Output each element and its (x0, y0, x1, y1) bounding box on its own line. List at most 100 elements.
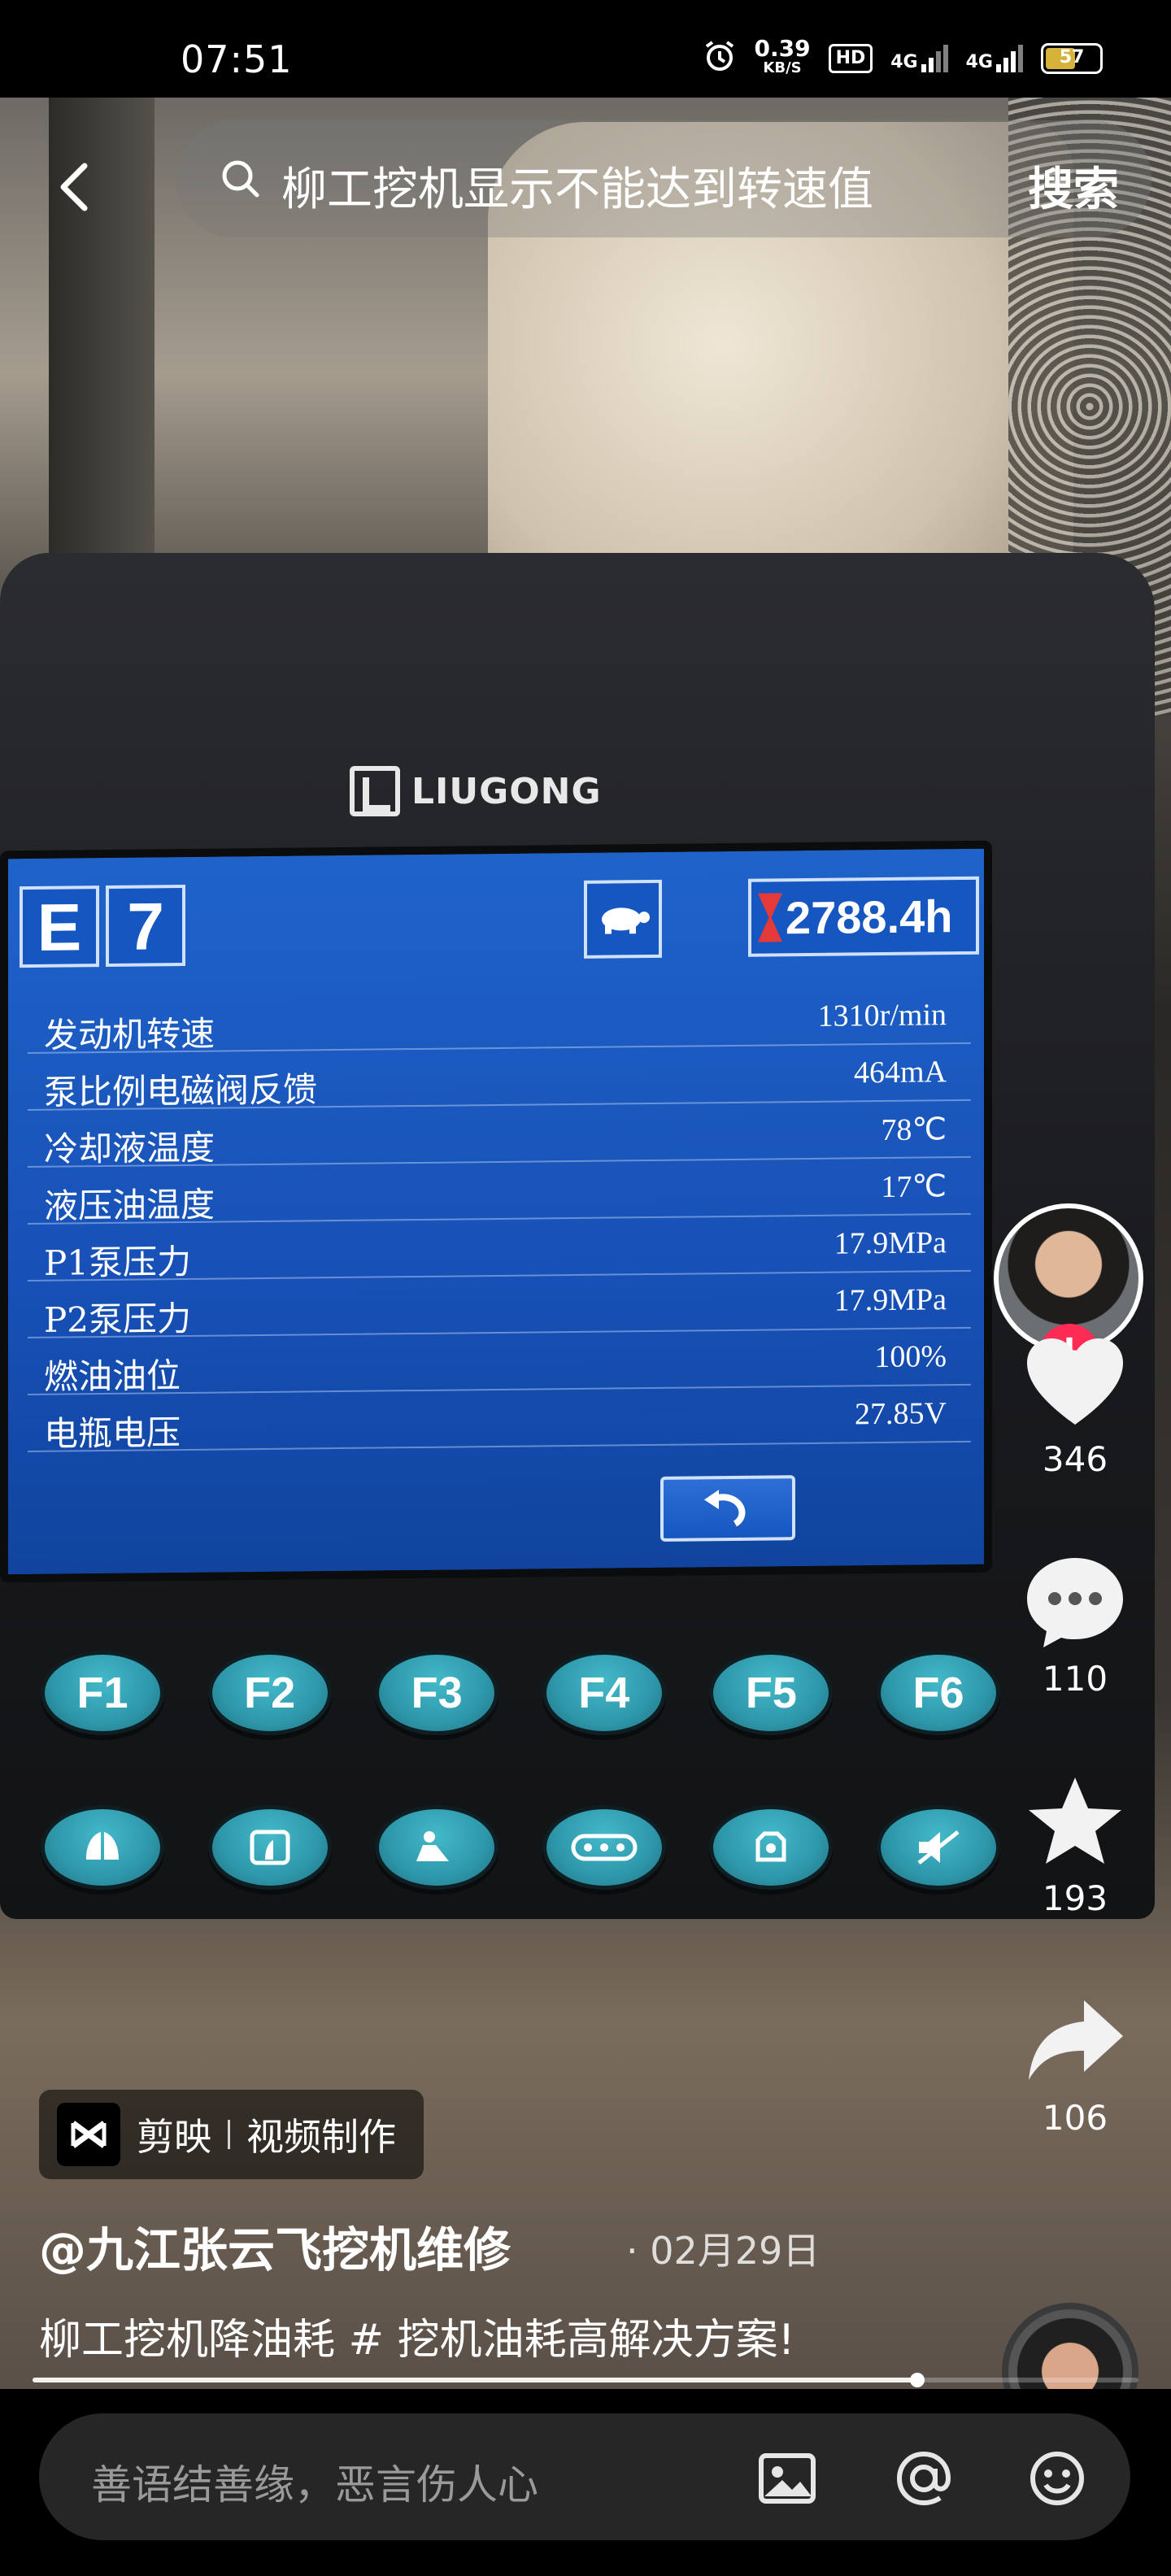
param-value: 100% (874, 1339, 947, 1375)
like-count: 346 (1042, 1439, 1108, 1479)
image-icon[interactable] (755, 2446, 820, 2511)
emoji-icon[interactable] (1025, 2446, 1090, 2511)
param-label: 冷却液温度 (44, 1127, 215, 1169)
f6-key: F6 (876, 1651, 1000, 1735)
comment-input[interactable]: 善语结善缘，恶言伤人心 (39, 2413, 1130, 2540)
f2-key: F2 (207, 1651, 332, 1735)
param-value: 27.85V (855, 1396, 947, 1432)
param-row: 泵比例电磁阀反馈 464mA (28, 1043, 971, 1112)
share-arrow-icon (1029, 2000, 1123, 2080)
signal-2: 4G (966, 45, 1023, 72)
param-label: 发动机转速 (44, 1013, 215, 1055)
mention-icon[interactable] (891, 2446, 956, 2511)
f3-key: F3 (375, 1651, 499, 1735)
auto-idle-key-icon (709, 1805, 834, 1890)
param-label: 泵比例电磁阀反馈 (44, 1069, 318, 1112)
param-label: P1泵压力 (44, 1241, 191, 1283)
like-action[interactable]: 346 (1002, 1334, 1148, 1479)
progress-fill (33, 2378, 917, 2382)
alarm-icon (703, 40, 736, 78)
capcut-label: 剪映 (137, 2115, 211, 2159)
travel-speed-key-icon (542, 1805, 666, 1890)
brand-logo: LIUGONG (350, 766, 602, 816)
video-description[interactable]: 柳工挖机降油耗 # 挖机油耗高解决方案! (39, 2306, 852, 2374)
param-label: 燃油油位 (44, 1355, 181, 1397)
comment-placeholder: 善语结善缘，恶言伤人心 (91, 2461, 538, 2509)
param-row: 电瓶电压 27.85V (28, 1385, 971, 1454)
param-value: 17℃ (881, 1169, 947, 1205)
signal-1-label: 4G (890, 52, 918, 72)
video-progress[interactable] (33, 2373, 1138, 2387)
capcut-icon (57, 2103, 120, 2166)
favorite-count: 193 (1042, 1878, 1108, 1918)
search-icon (218, 156, 263, 205)
signal-1: 4G (890, 45, 948, 72)
network-speed: 0.39 KB/S (754, 35, 811, 78)
signal-bars-icon (921, 45, 948, 72)
signal-2-label: 4G (965, 52, 993, 72)
comment-bubble-icon (1027, 1558, 1123, 1647)
mode-number: 7 (106, 885, 185, 968)
progress-knob[interactable] (910, 2373, 925, 2387)
buzzer-stop-key-icon (876, 1805, 1000, 1890)
param-row: 发动机转速 1310r/min (28, 986, 971, 1055)
param-value: 78℃ (881, 1112, 947, 1148)
signal-bars-icon (996, 45, 1023, 72)
network-speed-value: 0.39 (754, 35, 811, 62)
network-speed-unit: KB/S (763, 59, 802, 76)
param-label: 电瓶电压 (44, 1412, 181, 1454)
param-value: 1310r/min (817, 998, 947, 1033)
param-row: P2泵压力 17.9MPa (28, 1271, 971, 1340)
search-button[interactable]: 搜索 (1028, 153, 1119, 219)
share-action[interactable]: 106 (1002, 1992, 1148, 2138)
liugong-logo-icon (350, 766, 400, 816)
music-disc[interactable] (1002, 2303, 1138, 2389)
turtle-icon (584, 879, 662, 959)
capcut-sub: 视频制作 (246, 2115, 396, 2159)
monitor-screen: E 7 2788.4h 发动机转速 1310r/min 泵比例电磁阀反馈 464mA… (0, 840, 992, 1583)
param-value: 464mA (854, 1055, 947, 1090)
favorite-action[interactable]: 193 (1002, 1773, 1148, 1918)
video-frame[interactable]: LIUGONG E 7 2788.4h 发动机转速 1310r/min 泵比例电磁… (0, 98, 1171, 2389)
hd-badge: HD (828, 44, 873, 73)
param-value: 17.9MPa (834, 1282, 947, 1318)
author-name[interactable]: @九江张云飞挖机维修 (39, 2212, 511, 2280)
bottom-bar: 善语结善缘，恶言伤人心 (0, 2389, 1171, 2576)
param-label: P2泵压力 (44, 1298, 191, 1340)
mode-indicator: E 7 (20, 885, 185, 968)
return-arrow-icon (704, 1490, 746, 1527)
status-bar: 07:51 0.39 KB/S HD 4G 4G 57 (0, 0, 1171, 98)
hour-meter: 2788.4h (748, 876, 979, 957)
param-value: 17.9MPa (834, 1225, 947, 1261)
status-icons: 0.39 KB/S HD 4G 4G 57 (703, 35, 1103, 78)
heart-icon (1027, 1338, 1123, 1425)
status-time: 07:51 (181, 37, 293, 81)
divider (228, 2120, 230, 2149)
param-row: 冷却液温度 78℃ (28, 1100, 971, 1169)
back-button[interactable] (49, 154, 98, 220)
capcut-tag[interactable]: 剪映 视频制作 (39, 2090, 424, 2179)
hour-meter-value: 2788.4h (786, 890, 953, 943)
param-row: 液压油温度 17℃ (28, 1157, 971, 1226)
search-bar[interactable]: 柳工挖机显示不能达到转速值 搜索 (176, 120, 1151, 237)
back-arrow-icon (60, 163, 88, 211)
search-query[interactable]: 柳工挖机显示不能达到转速值 (281, 153, 873, 219)
param-row: P1泵压力 17.9MPa (28, 1214, 971, 1283)
star-icon (1029, 1778, 1121, 1864)
mode-keys (41, 1805, 1000, 1890)
monitor-back-button (660, 1475, 795, 1542)
washer-key-icon (207, 1805, 332, 1890)
comment-action[interactable]: 110 (1002, 1553, 1148, 1699)
f5-key: F5 (709, 1651, 834, 1735)
parameter-list: 发动机转速 1310r/min 泵比例电磁阀反馈 464mA 冷却液温度 78℃ 液压… (28, 986, 971, 1454)
f1-key: F1 (41, 1651, 164, 1735)
comment-count: 110 (1042, 1659, 1108, 1699)
brand-name: LIUGONG (411, 770, 602, 812)
app-root: 07:51 0.39 KB/S HD 4G 4G 57 LIUGONG E 7 … (0, 0, 1171, 2576)
work-mode-key-icon (375, 1805, 499, 1890)
param-row: 燃油油位 100% (28, 1328, 971, 1397)
f4-key: F4 (542, 1651, 666, 1735)
wiper-key-icon (41, 1805, 164, 1890)
battery-icon: 57 (1041, 43, 1103, 74)
function-keys: F1 F2 F3 F4 F5 F6 (41, 1651, 1000, 1735)
